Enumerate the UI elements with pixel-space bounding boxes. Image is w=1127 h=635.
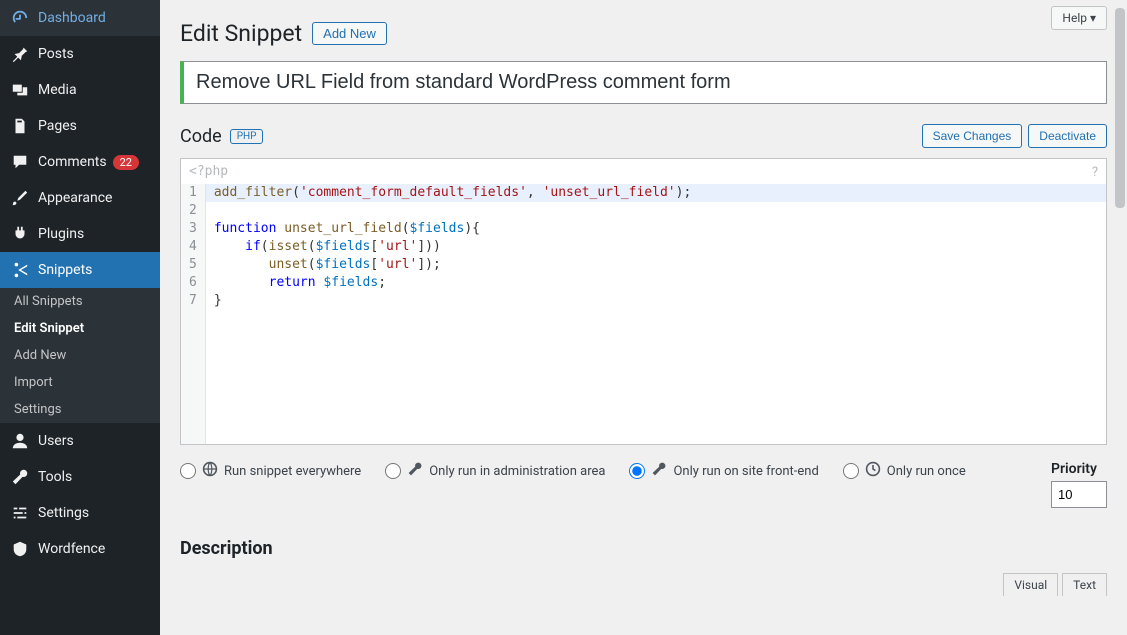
submenu-add-new[interactable]: Add New — [0, 342, 160, 369]
speedometer-icon — [10, 8, 30, 28]
sidebar-item-snippets[interactable]: Snippets — [0, 252, 160, 288]
submenu-all-snippets[interactable]: All Snippets — [0, 288, 160, 315]
sidebar-item-label: Posts — [38, 46, 74, 62]
run-option-label: Only run once — [887, 464, 966, 479]
media-icon — [10, 80, 30, 100]
comments-badge: 22 — [113, 155, 139, 170]
run-option-1[interactable]: Only run in administration area — [385, 461, 605, 481]
sidebar-item-label: Plugins — [38, 226, 84, 242]
sidebar-item-comments[interactable]: Comments 22 — [0, 144, 160, 180]
sidebar-item-settings[interactable]: Settings — [0, 495, 160, 531]
vertical-scrollbar[interactable] — [1113, 0, 1127, 635]
code-editor[interactable]: <?php ? 1234567 add_filter('comment_form… — [180, 158, 1107, 445]
sidebar-item-label: Appearance — [38, 190, 112, 206]
scrollbar-thumb[interactable] — [1115, 8, 1125, 208]
sidebar-item-label: Wordfence — [38, 541, 105, 557]
pin-icon — [10, 44, 30, 64]
priority-label: Priority — [1051, 461, 1107, 477]
wrench-icon — [10, 467, 30, 487]
submenu-settings[interactable]: Settings — [0, 396, 160, 423]
sidebar-item-appearance[interactable]: Appearance — [0, 180, 160, 216]
shield-icon — [10, 539, 30, 559]
scissors-icon — [10, 260, 30, 280]
user-icon — [10, 431, 30, 451]
code-section-header: Code PHP Save Changes Deactivate — [180, 124, 1107, 148]
run-radio[interactable] — [385, 463, 401, 479]
pages-icon — [10, 116, 30, 136]
page-header: Edit Snippet Add New — [180, 20, 1107, 47]
sliders-icon — [10, 503, 30, 523]
submenu-edit-snippet[interactable]: Edit Snippet — [0, 315, 160, 342]
priority-block: Priority — [1051, 461, 1107, 508]
run-option-3[interactable]: Only run once — [843, 461, 966, 481]
snippet-title-input[interactable] — [180, 61, 1107, 104]
description-tabs: Visual Text — [180, 573, 1107, 596]
sidebar-item-label: Media — [38, 82, 77, 98]
sidebar-item-pages[interactable]: Pages — [0, 108, 160, 144]
code-hint: <?php — [181, 159, 1106, 184]
run-radio[interactable] — [629, 463, 645, 479]
sidebar-item-label: Dashboard — [38, 10, 106, 26]
sidebar-item-label: Settings — [38, 505, 89, 521]
sidebar-item-label: Users — [38, 433, 74, 449]
brush-icon — [10, 188, 30, 208]
wrench-icon — [651, 461, 667, 481]
sidebar-item-label: Pages — [38, 118, 77, 134]
sidebar-item-label: Tools — [38, 469, 72, 485]
deactivate-button[interactable]: Deactivate — [1028, 124, 1107, 148]
comment-icon — [10, 152, 30, 172]
code-help-icon[interactable]: ? — [1092, 165, 1098, 180]
clock-icon — [865, 461, 881, 481]
plug-icon — [10, 224, 30, 244]
wrench-icon — [407, 461, 423, 481]
code-label: Code PHP — [180, 126, 263, 147]
sidebar-item-media[interactable]: Media — [0, 72, 160, 108]
submenu-import[interactable]: Import — [0, 369, 160, 396]
run-option-label: Only run in administration area — [429, 464, 605, 479]
run-option-label: Only run on site front-end — [673, 464, 818, 479]
desc-tab-visual[interactable]: Visual — [1003, 573, 1058, 596]
snippets-submenu: All Snippets Edit Snippet Add New Import… — [0, 288, 160, 423]
code-body[interactable]: add_filter('comment_form_default_fields'… — [206, 184, 1106, 444]
sidebar-item-plugins[interactable]: Plugins — [0, 216, 160, 252]
help-tab[interactable]: Help ▾ — [1051, 6, 1107, 30]
run-option-2[interactable]: Only run on site front-end — [629, 461, 818, 481]
run-option-0[interactable]: Run snippet everywhere — [180, 461, 361, 481]
code-gutter: 1234567 — [181, 184, 206, 444]
globe-icon — [202, 461, 218, 481]
sidebar-item-dashboard[interactable]: Dashboard — [0, 0, 160, 36]
run-radio[interactable] — [180, 463, 196, 479]
sidebar-item-label: Snippets — [38, 262, 92, 278]
main-content: Help ▾ Edit Snippet Add New Code PHP Sav… — [160, 0, 1127, 635]
desc-tab-text[interactable]: Text — [1062, 573, 1107, 596]
sidebar-item-posts[interactable]: Posts — [0, 36, 160, 72]
sidebar-item-label: Comments — [38, 154, 107, 170]
run-option-label: Run snippet everywhere — [224, 464, 361, 479]
add-new-button[interactable]: Add New — [312, 22, 387, 45]
admin-sidebar: Dashboard Posts Media Pages Comments 2 — [0, 0, 160, 635]
description-heading: Description — [180, 538, 1107, 559]
php-tag: PHP — [230, 129, 264, 144]
code-label-text: Code — [180, 126, 222, 147]
save-changes-button[interactable]: Save Changes — [922, 124, 1023, 148]
run-radio[interactable] — [843, 463, 859, 479]
sidebar-item-users[interactable]: Users — [0, 423, 160, 459]
page-title: Edit Snippet — [180, 20, 302, 47]
priority-input[interactable] — [1051, 481, 1107, 508]
run-options: Run snippet everywhere Only run in admini… — [180, 461, 966, 481]
sidebar-item-tools[interactable]: Tools — [0, 459, 160, 495]
sidebar-item-wordfence[interactable]: Wordfence — [0, 531, 160, 567]
